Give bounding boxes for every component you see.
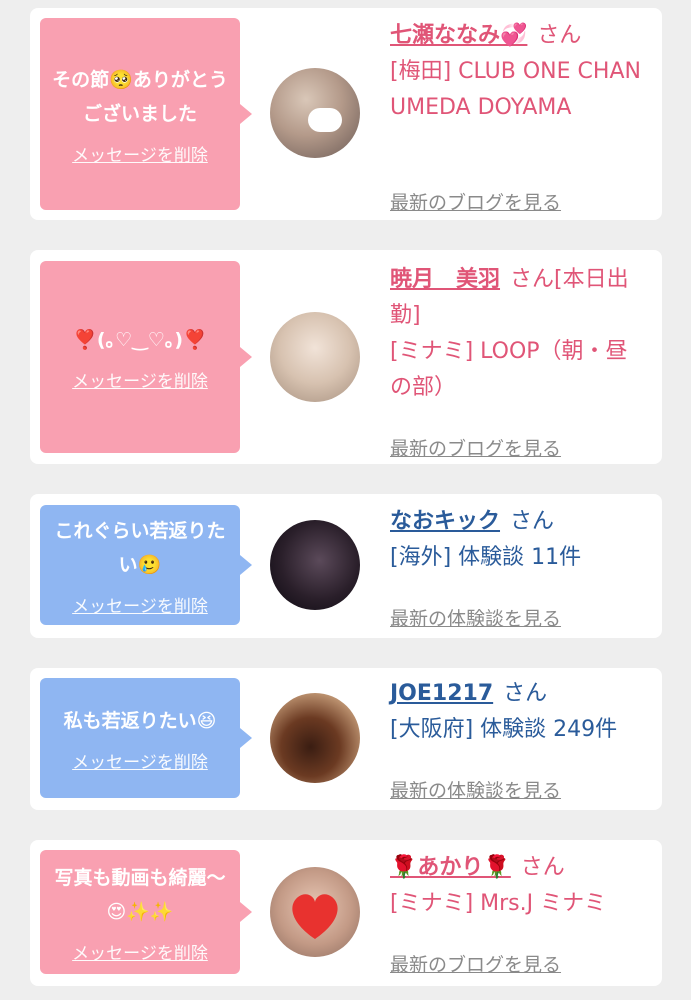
latest-review-link[interactable]: 最新の体験談を見る [390,604,561,631]
san-label: さん [520,855,565,880]
message-text: ❣️(｡♡‿♡｡)❣️ [73,328,207,351]
san-label: さん [510,267,555,292]
message-text: その節🥺ありがとうございました [52,68,228,125]
user-info: 🌹あかり🌹 さん [ミナミ] Mrs.J ミナミ 最新のブログを見る [390,850,645,976]
message-card: ❣️(｡♡‿♡｡)❣️ メッセージを削除 暁月 美羽 さん[本日出勤] [ミナミ]… [30,250,662,464]
san-label: さん [537,23,582,48]
user-name-link[interactable]: 暁月 美羽 [390,267,500,292]
user-info: 暁月 美羽 さん[本日出勤] [ミナミ] LOOP（朝・昼の部） 最新のブログを見… [390,262,645,460]
san-label: さん [510,509,555,534]
shop-info: [ミナミ] LOOP（朝・昼の部） [390,339,628,400]
user-info: JOE1217 さん [大阪府] 体験談 249件 最新の体験談を見る [390,676,645,802]
delete-message-link[interactable]: メッセージを削除 [72,141,208,166]
message-bubble: これぐらい若返りたい🥲 メッセージを削除 [40,505,252,625]
avatar[interactable] [270,312,360,402]
avatar[interactable] [270,68,360,158]
latest-review-link[interactable]: 最新の体験談を見る [390,776,561,803]
message-card: これぐらい若返りたい🥲 メッセージを削除 なおキック さん [海外] 体験談 11… [30,494,662,638]
latest-blog-link[interactable]: 最新のブログを見る [390,950,561,977]
shop-info: [ミナミ] Mrs.J ミナミ [390,891,607,916]
latest-blog-link[interactable]: 最新のブログを見る [390,188,561,215]
user-name-link[interactable]: JOE1217 [390,681,493,706]
message-bubble: 私も若返りたい😆 メッセージを削除 [40,678,252,798]
san-label: さん [503,681,548,706]
message-bubble: 写真も動画も綺麗〜😍✨✨ メッセージを削除 [40,850,252,974]
delete-message-link[interactable]: メッセージを削除 [72,592,208,617]
delete-message-link[interactable]: メッセージを削除 [72,367,208,392]
delete-message-link[interactable]: メッセージを削除 [72,748,208,773]
message-list: その節🥺ありがとうございました メッセージを削除 七瀬ななみ💞 さん [梅田] C… [0,0,691,1000]
experience-info: [海外] 体験談 11件 [390,545,582,570]
user-name-link[interactable]: 🌹あかり🌹 [390,855,511,880]
user-name-link[interactable]: 七瀬ななみ💞 [390,23,527,48]
latest-blog-link[interactable]: 最新のブログを見る [390,434,561,461]
user-info: 七瀬ななみ💞 さん [梅田] CLUB ONE CHAN UMEDA DOYAMA… [390,18,645,214]
user-name-link[interactable]: なおキック [390,509,500,534]
shop-info: [梅田] CLUB ONE CHAN UMEDA DOYAMA [390,59,641,120]
message-bubble: その節🥺ありがとうございました メッセージを削除 [40,18,252,210]
avatar[interactable] [270,867,360,957]
delete-message-link[interactable]: メッセージを削除 [72,939,208,964]
avatar[interactable] [270,520,360,610]
message-text: 写真も動画も綺麗〜😍✨✨ [54,866,226,923]
message-text: これぐらい若返りたい🥲 [54,519,226,576]
message-card: 写真も動画も綺麗〜😍✨✨ メッセージを削除 🌹あかり🌹 さん [ミナミ] Mrs.… [30,840,662,986]
message-text: 私も若返りたい😆 [63,709,217,732]
user-info: なおキック さん [海外] 体験談 11件 最新の体験談を見る [390,504,645,630]
message-card: 私も若返りたい😆 メッセージを削除 JOE1217 さん [大阪府] 体験談 24… [30,668,662,810]
avatar[interactable] [270,693,360,783]
heart-icon [292,894,338,939]
message-bubble: ❣️(｡♡‿♡｡)❣️ メッセージを削除 [40,261,252,453]
message-card: その節🥺ありがとうございました メッセージを削除 七瀬ななみ💞 さん [梅田] C… [30,8,662,220]
experience-info: [大阪府] 体験談 249件 [390,717,618,742]
sticker-icon [308,108,342,132]
